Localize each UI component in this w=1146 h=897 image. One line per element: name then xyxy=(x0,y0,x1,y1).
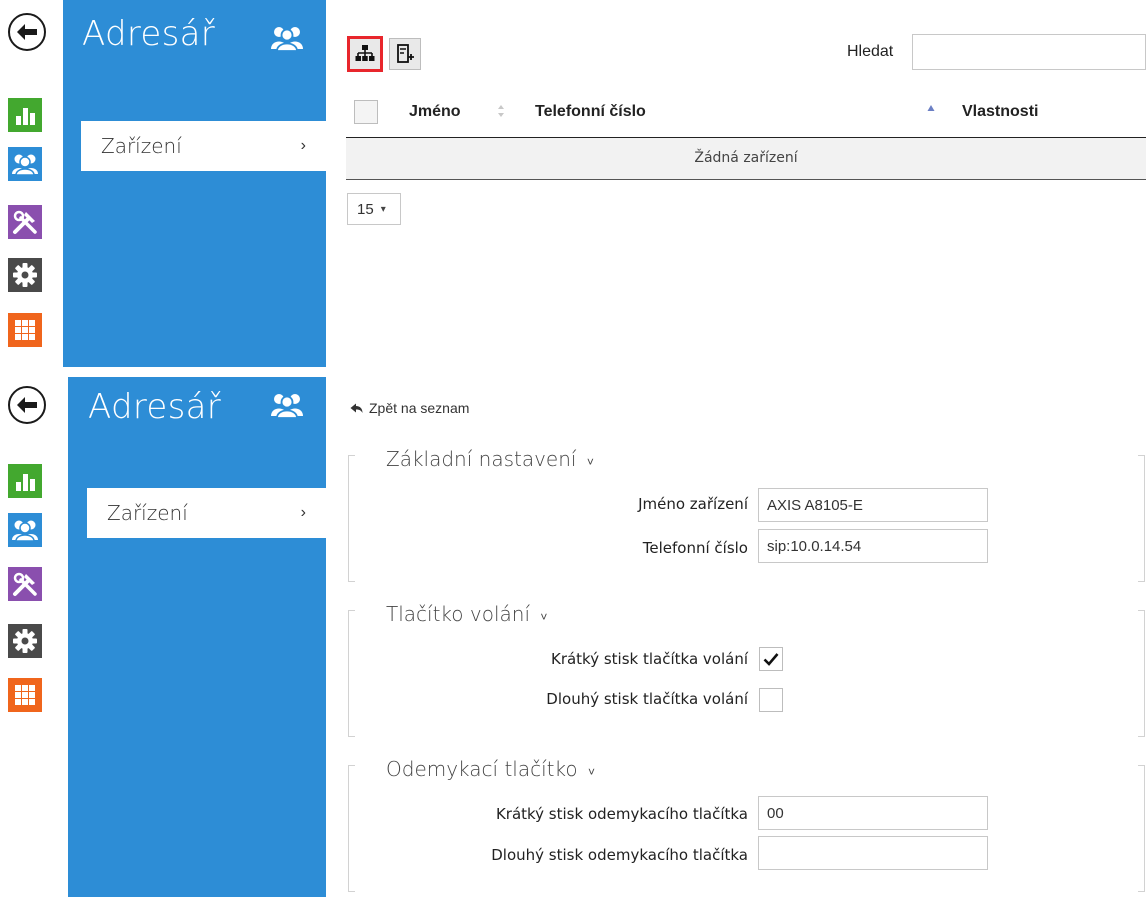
phone-number-field[interactable]: sip:10.0.14.54 xyxy=(758,529,988,563)
directory-nav-button[interactable] xyxy=(8,147,42,181)
status-nav-button[interactable] xyxy=(8,98,42,132)
search-input[interactable] xyxy=(912,34,1146,70)
page-size-value: 15 xyxy=(357,200,374,218)
sidebar-item-devices[interactable]: Zařízení › xyxy=(87,488,326,538)
gear-icon xyxy=(13,629,37,653)
hardware-nav-button[interactable] xyxy=(8,205,42,239)
section-border xyxy=(1138,765,1145,892)
short-press-call-checkbox[interactable] xyxy=(759,647,783,671)
back-to-list-link[interactable]: Zpět na seznam xyxy=(350,400,469,416)
chevron-down-icon: ˅ xyxy=(587,765,595,779)
empty-table-message: Žádná zařízení xyxy=(346,138,1146,179)
sort-icon[interactable] xyxy=(497,104,505,118)
hardware-nav-button[interactable] xyxy=(8,567,42,601)
settings-nav-button[interactable] xyxy=(8,258,42,292)
users-icon xyxy=(12,520,38,542)
gear-icon xyxy=(13,263,37,287)
checkmark-icon xyxy=(763,653,779,666)
services-nav-button[interactable] xyxy=(8,678,42,712)
page-size-select[interactable]: 15 ▾ xyxy=(347,193,401,225)
section-border xyxy=(348,455,355,582)
section-toggle-unlock-button[interactable]: Odemykací tlačítko ˅ xyxy=(386,757,595,781)
grid-icon xyxy=(15,320,35,340)
network-scan-button[interactable] xyxy=(347,36,383,72)
status-nav-button[interactable] xyxy=(8,464,42,498)
section-border xyxy=(1138,610,1145,737)
sidebar-item-devices[interactable]: Zařízení › xyxy=(81,121,326,171)
sort-ascending-icon[interactable] xyxy=(927,104,935,112)
chevron-right-icon: › xyxy=(300,504,306,521)
chevron-right-icon: › xyxy=(300,137,306,154)
add-device-icon xyxy=(397,44,414,63)
table-bottom-divider xyxy=(346,179,1146,180)
dropdown-caret-icon: ▾ xyxy=(380,203,386,215)
back-button[interactable] xyxy=(8,13,46,51)
section-border xyxy=(348,765,355,892)
long-press-unlock-label: Dlouhý stisk odemykacího tlačítka xyxy=(491,846,748,864)
bar-chart-icon xyxy=(16,474,35,491)
sidebar: Adresář Zařízení › xyxy=(68,377,326,897)
sidebar-item-label: Zařízení xyxy=(101,134,182,158)
add-device-button[interactable] xyxy=(389,38,421,70)
section-border xyxy=(348,610,355,737)
select-all-checkbox[interactable] xyxy=(354,100,378,124)
long-press-call-label: Dlouhý stisk tlačítka volání xyxy=(546,690,748,708)
users-icon xyxy=(271,27,303,51)
section-border xyxy=(1138,455,1145,582)
device-name-field[interactable]: AXIS A8105-E xyxy=(758,488,988,522)
users-icon xyxy=(271,394,303,418)
column-header-properties[interactable]: Vlastnosti xyxy=(962,103,1038,121)
device-name-label: Jméno zařízení xyxy=(638,495,748,513)
settings-nav-button[interactable] xyxy=(8,624,42,658)
directory-nav-button[interactable] xyxy=(8,513,42,547)
back-arrow-icon xyxy=(17,397,37,413)
search-label: Hledat xyxy=(847,43,894,60)
sidebar-item-label: Zařízení xyxy=(107,501,188,525)
phone-number-label: Telefonní číslo xyxy=(642,539,748,557)
column-header-name[interactable]: Jméno xyxy=(409,103,461,121)
chevron-down-icon: ˅ xyxy=(540,610,548,624)
long-press-call-checkbox[interactable] xyxy=(759,688,783,712)
section-toggle-basic-settings[interactable]: Základní nastavení ˅ xyxy=(386,447,594,471)
page-title: Adresář xyxy=(82,14,216,54)
section-title: Tlačítko volání xyxy=(386,602,531,626)
short-press-unlock-label: Krátký stisk odemykacího tlačítka xyxy=(495,805,748,823)
back-link-label: Zpět na seznam xyxy=(369,400,470,416)
tools-icon xyxy=(13,572,37,596)
users-icon xyxy=(12,154,38,176)
section-title: Odemykací tlačítko xyxy=(386,757,578,781)
short-press-unlock-field[interactable]: 00 xyxy=(758,796,988,830)
section-title: Základní nastavení xyxy=(386,447,577,471)
sidebar: Adresář Zařízení › xyxy=(63,0,326,367)
short-press-call-label: Krátký stisk tlačítka volání xyxy=(550,650,748,668)
back-arrow-icon xyxy=(17,24,37,40)
page-title: Adresář xyxy=(88,387,222,427)
bar-chart-icon xyxy=(16,108,35,125)
chevron-down-icon: ˅ xyxy=(586,455,594,469)
grid-icon xyxy=(15,685,35,705)
reply-arrow-icon xyxy=(350,403,363,413)
section-toggle-call-button[interactable]: Tlačítko volání ˅ xyxy=(386,602,547,626)
tools-icon xyxy=(13,210,37,234)
back-button[interactable] xyxy=(8,386,46,424)
long-press-unlock-field[interactable] xyxy=(758,836,988,870)
network-icon xyxy=(355,45,375,61)
column-header-phone[interactable]: Telefonní číslo xyxy=(535,103,646,121)
services-nav-button[interactable] xyxy=(8,313,42,347)
